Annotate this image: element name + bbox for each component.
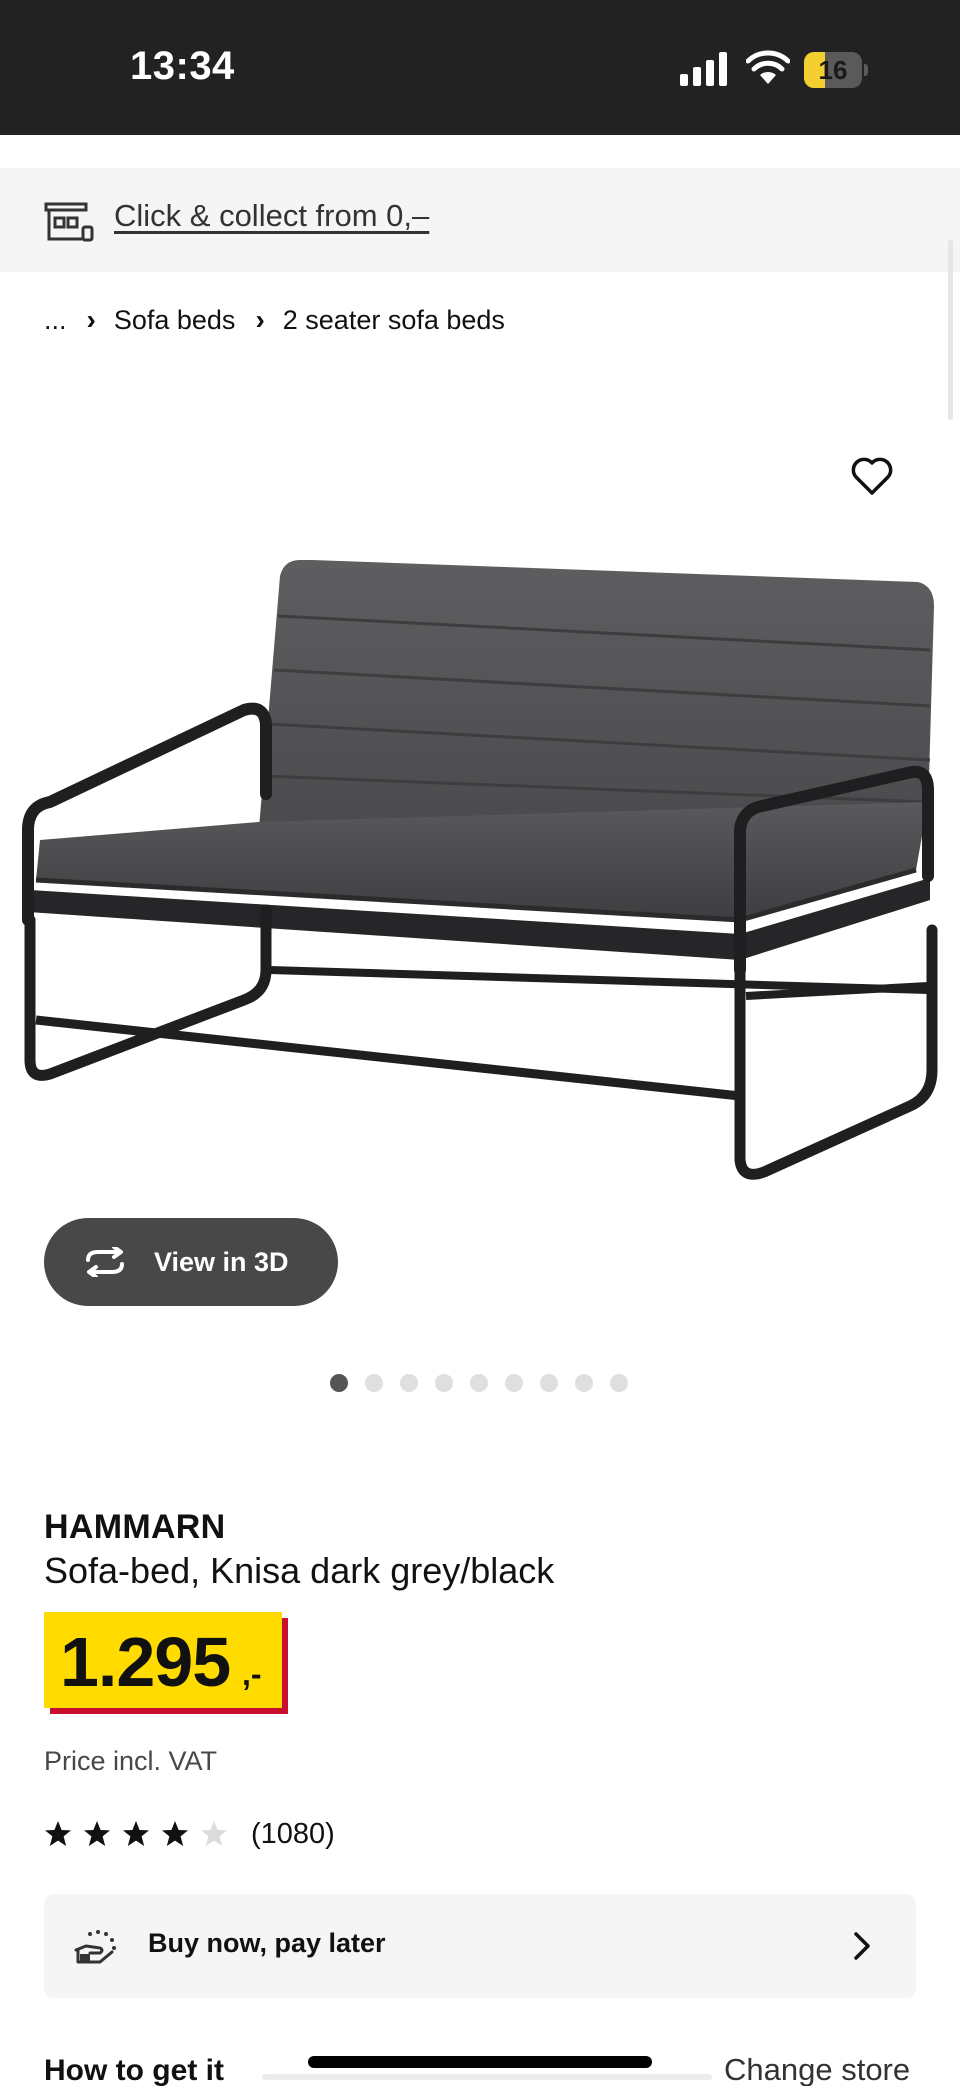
status-bar: 13:34 16 [0,0,960,135]
carousel-dot[interactable] [400,1374,418,1392]
status-time: 13:34 [130,44,235,88]
review-count[interactable]: (1080) [251,1818,335,1851]
how-to-get-it-title: How to get it [44,2054,224,2086]
price-tag: 1.295 ,- [44,1612,282,1708]
buy-now-pay-later-card[interactable]: Buy now, pay later [44,1894,916,1998]
star-filled-icon [123,1821,149,1846]
scrollbar[interactable] [948,240,953,420]
heart-outline-icon[interactable] [850,456,894,496]
chevron-right-icon: › [86,304,96,335]
breadcrumb-item-sofa-beds[interactable]: Sofa beds [114,305,236,336]
image-carousel-dots[interactable] [330,1374,645,1392]
payment-hand-icon [74,1930,116,1964]
view-in-3d-label: View in 3D [154,1246,289,1277]
price-amount: 1.295 [60,1623,231,1701]
product-image[interactable] [0,540,960,1200]
signal-icon [680,52,727,86]
carousel-dot[interactable] [365,1374,383,1392]
carousel-dot[interactable] [330,1374,348,1392]
wifi-icon [746,50,790,84]
carousel-dot[interactable] [435,1374,453,1392]
product-rating[interactable]: (1080) [44,1812,335,1856]
chevron-right-icon: › [255,304,265,335]
price-suffix: ,- [242,1656,262,1692]
star-filled-icon [162,1821,188,1846]
product-description: Sofa-bed, Knisa dark grey/black [44,1550,555,1591]
rotate-3d-icon [86,1247,124,1277]
section-divider [262,2074,712,2080]
price-vat-note: Price incl. VAT [44,1746,218,1776]
star-filled-icon [45,1821,71,1846]
battery-level: 16 [818,55,848,85]
battery-icon: 16 [804,52,868,88]
product-name: HAMMARN [44,1508,226,1546]
change-store-link[interactable]: Change store [724,2052,910,2086]
chevron-right-icon [854,1932,870,1960]
carousel-dot[interactable] [610,1374,628,1392]
buy-now-pay-later-label: Buy now, pay later [148,1928,386,1958]
click-collect-link[interactable]: Click & collect from 0,– [114,198,429,234]
star-empty-icon [201,1821,227,1846]
view-in-3d-button[interactable]: View in 3D [44,1218,338,1306]
click-collect-banner[interactable]: Click & collect from 0,– [0,168,960,272]
carousel-dot[interactable] [540,1374,558,1392]
rating-stars [44,1820,239,1848]
carousel-dot[interactable] [505,1374,523,1392]
breadcrumb-item-2-seater-sofa-beds[interactable]: 2 seater sofa beds [283,305,505,336]
breadcrumb: ... › Sofa beds › 2 seater sofa beds [44,300,505,340]
carousel-dot[interactable] [575,1374,593,1392]
carousel-dot[interactable] [470,1374,488,1392]
star-filled-icon [84,1821,110,1846]
store-icon [44,202,94,242]
breadcrumb-item-more[interactable]: ... [44,305,67,336]
home-indicator[interactable] [308,2056,652,2068]
